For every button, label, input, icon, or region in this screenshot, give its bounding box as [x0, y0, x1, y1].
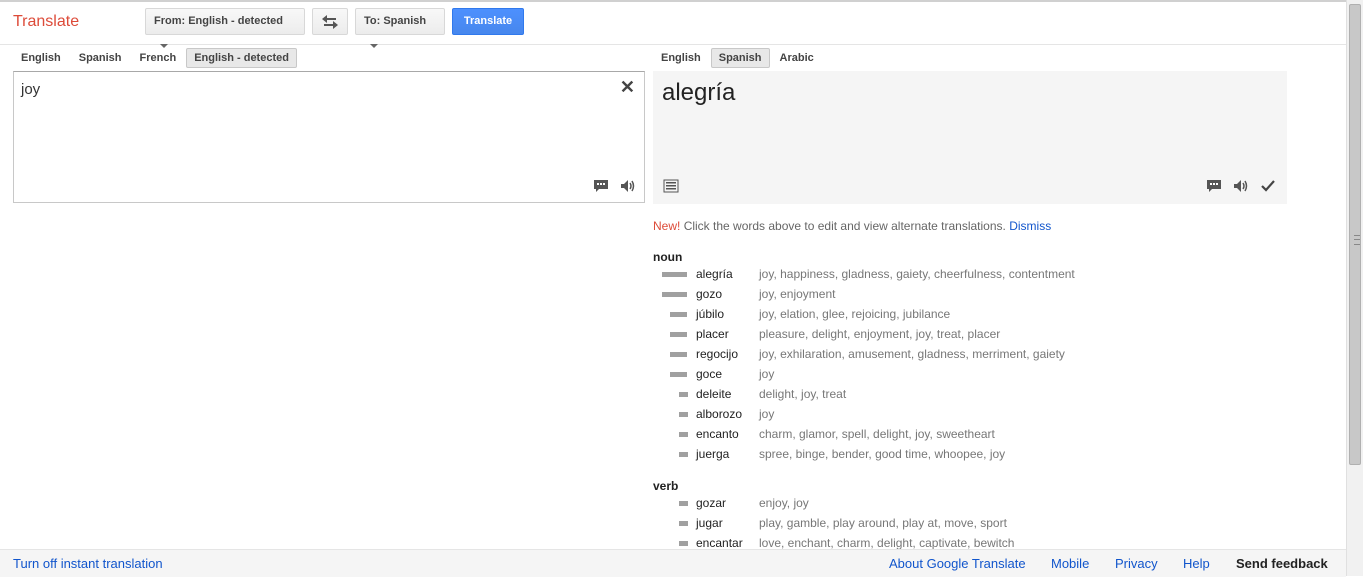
part-of-speech-heading: noun — [653, 250, 683, 264]
reverse-translations: joy, exhilaration, amusement, gladness, … — [759, 347, 1065, 361]
speaker-icon[interactable] — [620, 178, 636, 194]
source-lang-tab-english[interactable]: English — [13, 48, 69, 68]
dictionary-term[interactable]: alegría — [696, 267, 733, 281]
dictionary-term[interactable]: encantar — [696, 536, 743, 550]
from-language-label: From: English - detected — [154, 15, 283, 27]
reverse-translations: joy, elation, glee, rejoicing, jubilance — [759, 307, 951, 321]
dictionary-row: goce joy — [653, 367, 1333, 387]
reverse-translations: joy, enjoyment — [759, 287, 836, 301]
checkmark-icon[interactable] — [1260, 178, 1276, 194]
from-language-dropdown[interactable]: From: English - detected — [145, 8, 305, 49]
frequency-bar — [679, 432, 688, 437]
dictionary-term[interactable]: regocijo — [696, 347, 738, 361]
dictionary-term[interactable]: alborozo — [696, 407, 742, 421]
frequency-bar — [670, 332, 687, 337]
source-lang-tab-french[interactable]: French — [132, 48, 185, 68]
dictionary-term[interactable]: gozo — [696, 287, 722, 301]
dictionary-row: gozar enjoy, joy — [653, 496, 1333, 516]
footer: Turn off instant translation About Googl… — [0, 549, 1346, 577]
part-of-speech-heading: verb — [653, 479, 679, 493]
grip-icon — [1354, 235, 1360, 245]
send-feedback-link[interactable]: Send feedback — [1236, 556, 1328, 571]
dictionary-term[interactable]: jugar — [696, 516, 723, 530]
list-icon[interactable] — [663, 178, 679, 194]
dictionary-panel: noun alegría joy, happiness, gladness, gai… — [653, 249, 1333, 556]
dictionary-row: alborozo joy — [653, 407, 1333, 427]
target-lang-tab-english[interactable]: English — [653, 48, 709, 68]
dictionary-term[interactable]: goce — [696, 367, 722, 381]
to-language-label: To: Spanish — [364, 15, 427, 27]
dictionary-term[interactable]: placer — [696, 327, 729, 341]
frequency-bar — [679, 541, 688, 546]
privacy-link[interactable]: Privacy — [1115, 556, 1158, 571]
dictionary-row: deleite delight, joy, treat — [653, 387, 1333, 407]
target-language-tabs: English Spanish Arabic — [653, 48, 824, 68]
chevron-down-icon — [370, 44, 378, 49]
reverse-translations: enjoy, joy — [759, 496, 809, 510]
frequency-bar — [679, 392, 688, 397]
dictionary-row: juerga spree, binge, bender, good time, w… — [653, 447, 1333, 467]
dictionary-row: gozo joy, enjoyment — [653, 287, 1333, 307]
reverse-translations: pleasure, delight, enjoyment, joy, treat… — [759, 327, 1001, 341]
notice-message: Click the words above to edit and view a… — [683, 219, 1006, 233]
dictionary-row: júbilo joy, elation, glee, rejoicing, jub… — [653, 307, 1333, 327]
reverse-translations: play, gamble, play around, play at, move… — [759, 516, 1007, 530]
translate-button[interactable]: Translate — [452, 8, 524, 35]
reverse-translations: joy — [759, 367, 775, 381]
source-lang-tab-english-detected[interactable]: English - detected — [186, 48, 297, 68]
frequency-bar — [679, 501, 688, 506]
reverse-translations: spree, binge, bender, good time, whoopee… — [759, 447, 1006, 461]
header: Translate From: English - detected To: S… — [0, 2, 1346, 49]
source-text-area[interactable]: joy ✕ — [13, 71, 645, 203]
swap-icon — [322, 15, 338, 29]
dictionary-row: jugar play, gamble, play around, play at,… — [653, 516, 1333, 536]
dictionary-term[interactable]: juerga — [696, 447, 729, 461]
about-link[interactable]: About Google Translate — [889, 556, 1026, 571]
speech-bubble-icon[interactable] — [1206, 178, 1222, 194]
dictionary-row: regocijo joy, exhilaration, amusement, gl… — [653, 347, 1333, 367]
to-language-dropdown[interactable]: To: Spanish — [355, 8, 445, 49]
source-text[interactable]: joy — [21, 81, 40, 98]
target-lang-tab-spanish[interactable]: Spanish — [710, 48, 770, 68]
speech-bubble-icon[interactable] — [593, 178, 609, 194]
new-label: New! — [653, 219, 681, 233]
reverse-translations: love, enchant, charm, delight, captivate… — [759, 536, 1015, 550]
dictionary-row: placer pleasure, delight, enjoyment, joy,… — [653, 327, 1333, 347]
swap-languages-button[interactable] — [312, 8, 348, 35]
speaker-icon[interactable] — [1233, 178, 1249, 194]
target-lang-tab-arabic[interactable]: Arabic — [772, 48, 822, 68]
dictionary-term[interactable]: gozar — [696, 496, 726, 510]
dictionary-term[interactable]: encanto — [696, 427, 739, 441]
frequency-bar — [679, 521, 688, 526]
frequency-bar — [670, 372, 687, 377]
help-link[interactable]: Help — [1183, 556, 1210, 571]
frequency-bar — [670, 352, 687, 357]
reverse-translations: charm, glamor, spell, delight, joy, swee… — [759, 427, 995, 441]
source-language-tabs: English Spanish French English - detected — [13, 48, 299, 68]
reverse-translations: delight, joy, treat — [759, 387, 847, 401]
vertical-scrollbar[interactable] — [1346, 0, 1363, 576]
dictionary-row: encanto charm, glamor, spell, delight, jo… — [653, 427, 1333, 447]
reverse-translations: joy, happiness, gladness, gaiety, cheerf… — [759, 267, 1075, 281]
frequency-bar — [670, 312, 687, 317]
turn-off-instant-link[interactable]: Turn off instant translation — [13, 556, 163, 571]
mobile-link[interactable]: Mobile — [1051, 556, 1089, 571]
dismiss-link[interactable]: Dismiss — [1009, 219, 1051, 233]
app-logo: Translate — [13, 13, 80, 30]
frequency-bar — [662, 272, 687, 277]
frequency-bar — [679, 412, 688, 417]
frequency-bar — [679, 452, 688, 457]
dictionary-term[interactable]: júbilo — [696, 307, 724, 321]
source-lang-tab-spanish[interactable]: Spanish — [71, 48, 130, 68]
clear-icon[interactable]: ✕ — [620, 77, 635, 98]
translation-text[interactable]: alegría — [662, 79, 735, 107]
frequency-bar — [662, 292, 687, 297]
reverse-translations: joy — [759, 407, 775, 421]
dictionary-row: alegría joy, happiness, gladness, gaiety,… — [653, 267, 1333, 287]
translation-result-area: alegría — [653, 71, 1287, 204]
dictionary-term[interactable]: deleite — [696, 387, 731, 401]
new-feature-notice: New! Click the words above to edit and v… — [653, 219, 1051, 233]
scrollbar-thumb[interactable] — [1349, 4, 1361, 465]
